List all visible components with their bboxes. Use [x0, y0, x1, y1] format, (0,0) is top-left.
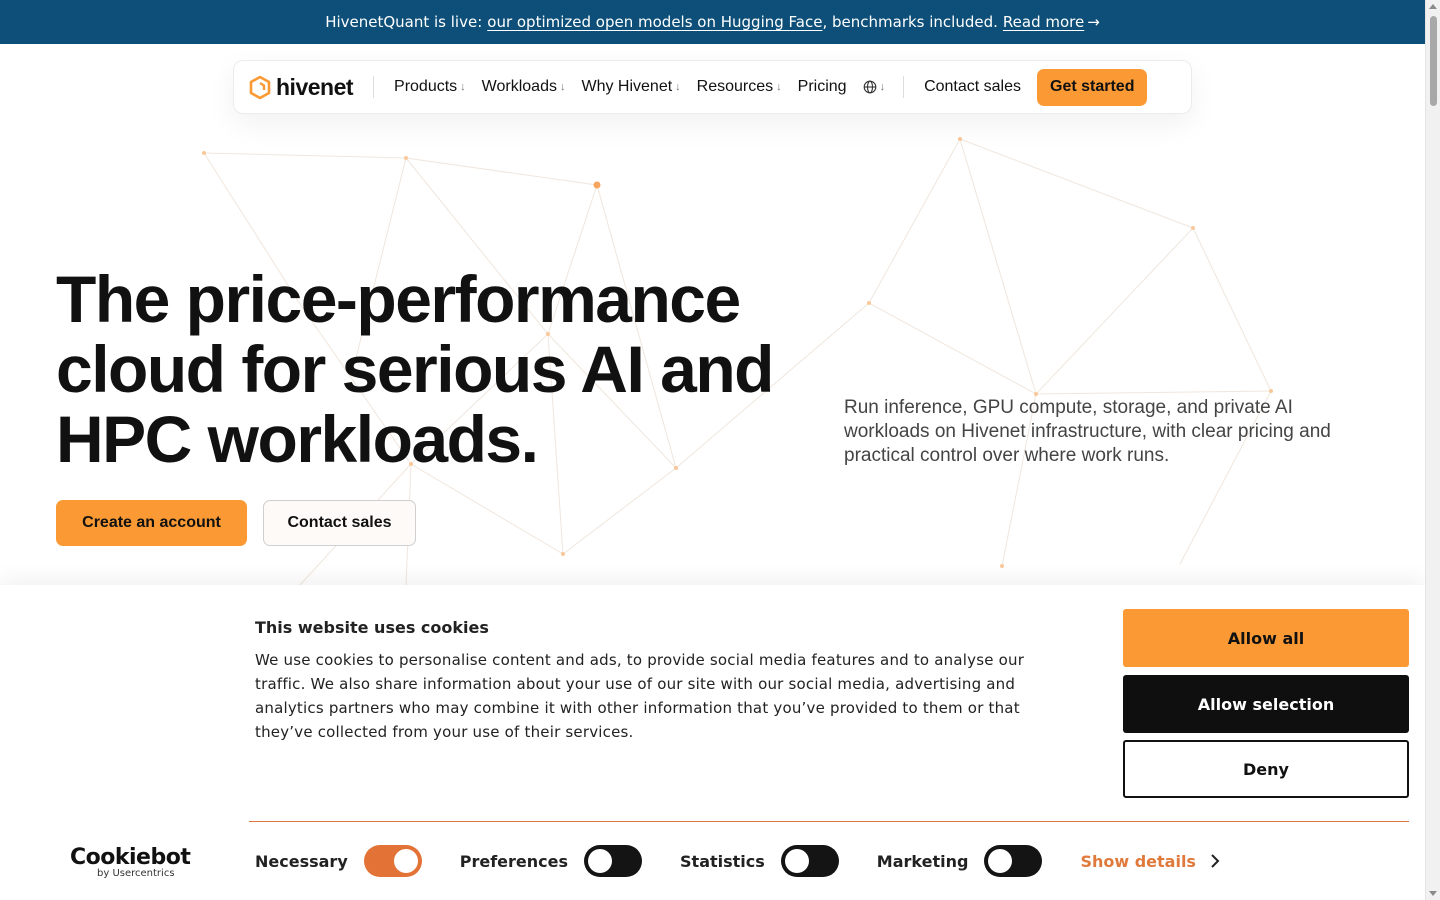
scrollbar-thumb[interactable]	[1430, 16, 1437, 106]
necessary-toggle[interactable]	[363, 845, 422, 877]
toggle-knob	[784, 849, 809, 873]
hexagon-logo-icon	[249, 75, 271, 99]
hero-description: Run inference, GPU compute, storage, and…	[844, 397, 1331, 466]
nav-item-label: Workloads	[481, 78, 557, 95]
hero-title-line: cloud for serious AI and	[56, 332, 774, 406]
create-account-button[interactable]: Create an account	[56, 500, 247, 546]
nav-item-label: Resources	[696, 78, 774, 95]
hivenet-logo[interactable]: hivenet	[249, 73, 354, 101]
consent-toggles: Necessary Preferences Statistics Marketi…	[255, 843, 1220, 879]
hero-title-line: HPC workloads.	[56, 402, 539, 476]
nav-item-resources[interactable]: Resources ↓	[697, 78, 782, 96]
nav-item-label: Why Hivenet	[581, 78, 673, 95]
chevron-down-icon: ↓	[776, 81, 782, 93]
chevron-right-icon	[1211, 854, 1220, 868]
chevron-down-icon: ↓	[460, 81, 466, 93]
cookie-banner-text: We use cookies to personalise content an…	[255, 651, 1025, 741]
read-more-link[interactable]: Read more →	[1003, 13, 1100, 31]
chevron-down-icon: ↓	[559, 81, 566, 93]
statistics-toggle[interactable]	[780, 845, 839, 877]
toggle-marketing-group: Marketing	[877, 845, 1043, 877]
toggle-label: Statistics	[680, 851, 765, 871]
nav-item-products[interactable]: Products ↓	[394, 78, 466, 96]
toggle-statistics-group: Statistics	[680, 845, 839, 877]
toggle-label: Marketing	[876, 851, 969, 871]
toggle-knob	[988, 849, 1013, 873]
nav-item-label: Pricing	[797, 78, 847, 95]
hero-title-line: The price-performance	[56, 262, 741, 336]
announcement-suffix: , benchmarks included.	[822, 13, 998, 31]
page-scrollbar[interactable]	[1425, 0, 1440, 900]
toggle-knob	[588, 849, 613, 873]
nav-item-pricing[interactable]: Pricing	[798, 78, 847, 96]
nav-divider	[903, 76, 905, 98]
show-details-link[interactable]: Show details	[1080, 852, 1220, 871]
logo-text: hivenet	[276, 73, 354, 100]
announcement-bar: HivenetQuant is live: our optimized open…	[0, 0, 1425, 44]
scroll-down-arrow-icon[interactable]	[1429, 891, 1437, 896]
arrow-right-icon: →	[1087, 13, 1100, 31]
chevron-down-icon: ↓	[675, 81, 681, 93]
language-selector[interactable]: ↓	[863, 80, 886, 94]
hero-title: The price-performance cloud for serious …	[56, 264, 836, 474]
cookiebot-logo[interactable]: Cookiebot by Usercentrics	[70, 845, 191, 879]
announcement-prefix: HivenetQuant is live:	[325, 13, 483, 31]
nav-item-label: Products	[394, 78, 458, 95]
get-started-button[interactable]: Get started	[1037, 68, 1148, 106]
cookiebot-brand-sub: by Usercentrics	[97, 868, 175, 879]
show-details-label: Show details	[1080, 851, 1196, 871]
allow-selection-button[interactable]: Allow selection	[1123, 675, 1409, 733]
cookie-divider	[249, 821, 1409, 822]
toggle-preferences-group: Preferences	[459, 845, 643, 877]
nav-item-why-hivenet[interactable]: Why Hivenet ↓	[581, 78, 680, 96]
nav-item-workloads[interactable]: Workloads ↓	[482, 78, 566, 96]
announcement-link[interactable]: our optimized open models on Hugging Fac…	[487, 13, 822, 31]
globe-icon	[863, 80, 876, 94]
read-more-label: Read more	[1002, 13, 1085, 31]
scroll-up-arrow-icon[interactable]	[1429, 4, 1437, 9]
nav-divider	[373, 76, 375, 98]
toggle-necessary-group: Necessary	[255, 845, 422, 877]
toggle-label: Preferences	[459, 851, 569, 871]
cookie-banner: This website uses cookies We use cookies…	[0, 585, 1425, 900]
chevron-down-icon: ↓	[879, 81, 886, 93]
contact-sales-button[interactable]: Contact sales	[263, 500, 416, 546]
cookiebot-brand: Cookiebot	[70, 845, 191, 870]
cookie-banner-title: This website uses cookies	[255, 618, 489, 637]
toggle-knob	[393, 849, 418, 873]
deny-button[interactable]: Deny	[1123, 740, 1409, 798]
nav-contact-sales-link[interactable]: Contact sales	[924, 78, 1021, 96]
toggle-label: Necessary	[255, 851, 348, 871]
main-navigation: hivenet Products ↓ Workloads ↓ Why Hivenet…	[233, 60, 1192, 114]
allow-all-button[interactable]: Allow all	[1123, 609, 1409, 667]
nav-menu: Products ↓ Workloads ↓ Why Hivenet ↓ Resour…	[394, 78, 903, 96]
preferences-toggle[interactable]	[584, 845, 643, 877]
marketing-toggle[interactable]	[984, 845, 1043, 877]
